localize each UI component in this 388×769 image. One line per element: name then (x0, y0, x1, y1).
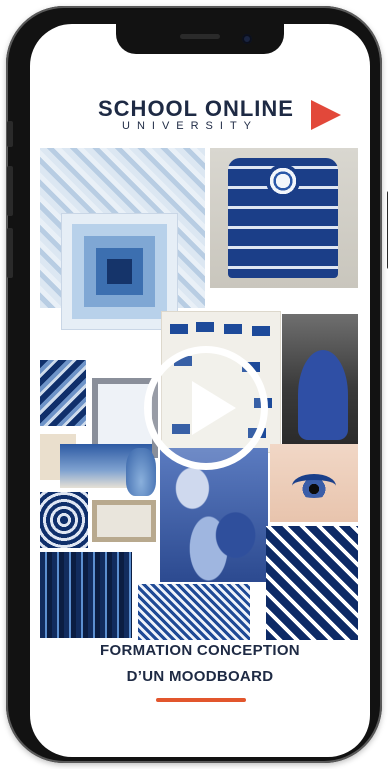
blue-vase-image (126, 448, 156, 496)
swatch (252, 326, 270, 336)
speaker-grille (180, 34, 220, 39)
swatch (196, 322, 214, 332)
blue-eye-makeup-image (270, 444, 358, 522)
course-title-line-1: FORMATION CONCEPTION (100, 642, 300, 659)
ikat-fabric-image (40, 552, 132, 638)
patterned-card-image (92, 500, 156, 542)
square-layer (107, 259, 132, 284)
phone-frame: SCHOOL ONLINE UNIVERSITY FORMATION CONCE… (6, 6, 388, 763)
volume-down-button (7, 228, 13, 278)
notch (116, 24, 284, 54)
logo-title: SCHOOL ONLINE (98, 96, 294, 121)
chevron-textile-image (266, 526, 358, 640)
shibori-jacket-image (210, 148, 358, 288)
swatch (170, 324, 188, 334)
logo-subtitle: UNIVERSITY (122, 120, 259, 132)
play-icon (192, 381, 236, 435)
play-button[interactable] (144, 346, 268, 470)
floral-print-image (138, 584, 250, 640)
front-camera-icon (242, 34, 252, 44)
blue-gown-photo (282, 314, 358, 446)
batik-pattern-image (40, 492, 88, 548)
jacket-medallion (266, 164, 300, 198)
tie-dye-fabric-image (40, 360, 86, 426)
gown-shape (298, 350, 348, 440)
phone-screen: SCHOOL ONLINE UNIVERSITY FORMATION CONCE… (30, 24, 370, 757)
swatch (224, 324, 242, 334)
title-underline (156, 698, 246, 702)
course-title: FORMATION CONCEPTION D’UN MOODBOARD (50, 638, 350, 690)
blue-gradient-squares-image (62, 214, 177, 329)
eye-shape (292, 474, 336, 498)
silent-switch (7, 121, 13, 147)
course-title-line-2: D’UN MOODBOARD (126, 668, 274, 685)
moodboard-video-thumbnail[interactable] (40, 148, 358, 640)
volume-up-button (7, 166, 13, 216)
school-online-logo: SCHOOL ONLINE UNIVERSITY (98, 96, 341, 154)
logo-play-icon (311, 100, 341, 130)
